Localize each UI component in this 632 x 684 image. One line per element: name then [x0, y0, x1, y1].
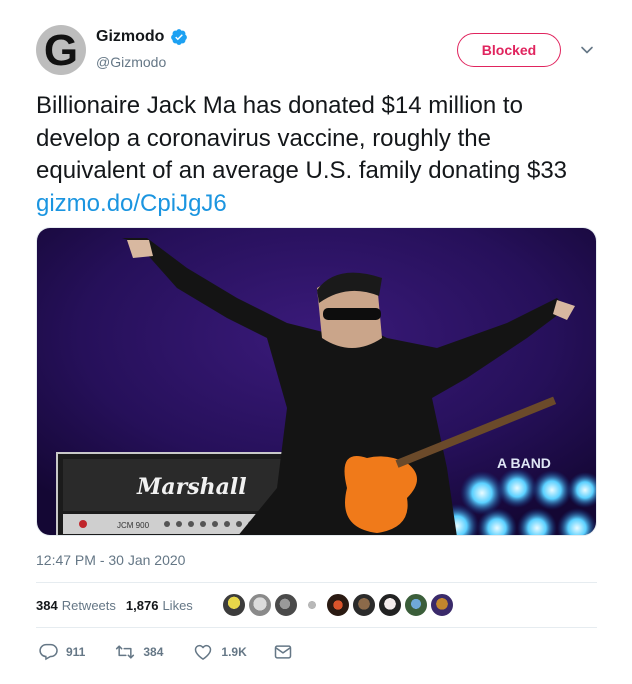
tweet-actions: 911 384 1.9K: [36, 642, 293, 662]
tweet-photo[interactable]: A BAND Marshall JCM 900: [36, 227, 597, 536]
divider-top: [36, 582, 597, 583]
likes-count: 1,876: [125, 598, 159, 613]
liker-avatar[interactable]: [378, 593, 402, 617]
verified-badge-icon: [171, 29, 188, 45]
author-name-row[interactable]: Gizmodo: [96, 28, 188, 46]
retweet-count: 384: [143, 645, 164, 659]
likes-stat[interactable]: 1,876 Likes: [126, 598, 193, 613]
retweet-icon: [116, 645, 135, 659]
reply-count: 911: [66, 645, 86, 659]
chevron-down-icon[interactable]: [579, 42, 595, 58]
engagement-stats: 384 Retweets 1,876 Likes: [36, 598, 203, 613]
author-handle[interactable]: @Gizmodo: [96, 54, 166, 70]
tweet-timestamp[interactable]: 12:47 PM - 30 Jan 2020: [36, 552, 185, 568]
liker-avatar[interactable]: [326, 593, 350, 617]
blocked-button[interactable]: Blocked: [457, 33, 561, 67]
divider-bottom: [36, 627, 597, 628]
likes-label: Likes: [162, 598, 193, 613]
direct-message-button[interactable]: [273, 642, 293, 662]
tweet-link[interactable]: gizmo.do/CpiJgJ6: [36, 190, 227, 217]
amp-model: JCM 900: [117, 521, 150, 530]
liker-avatar[interactable]: [248, 593, 272, 617]
like-button[interactable]: 1.9K: [193, 642, 247, 662]
banner-text: A BAND: [497, 455, 551, 471]
tweet-body: Billionaire Jack Ma has donated $14 mill…: [36, 92, 568, 184]
concert-photo: A BAND Marshall JCM 900: [37, 228, 596, 535]
liker-avatar[interactable]: [352, 593, 376, 617]
liker-avatars: [222, 593, 454, 617]
retweet-button[interactable]: 384: [115, 642, 163, 662]
heart-icon: [195, 644, 212, 660]
reply-icon: [39, 643, 58, 661]
reply-button[interactable]: 911: [38, 642, 85, 662]
retweets-label: Retweets: [61, 598, 116, 613]
amp-brand: Marshall: [136, 474, 247, 500]
liker-avatar[interactable]: [300, 593, 324, 617]
avatar-letter: G: [43, 26, 79, 75]
author-avatar[interactable]: G: [36, 25, 86, 75]
liker-avatar[interactable]: [404, 593, 428, 617]
liker-avatar[interactable]: [430, 593, 454, 617]
retweets-stat[interactable]: 384 Retweets: [36, 598, 116, 613]
author-display-name[interactable]: Gizmodo: [96, 28, 164, 46]
liker-avatar[interactable]: [274, 593, 298, 617]
tweet-text: Billionaire Jack Ma has donated $14 mill…: [36, 90, 606, 220]
liker-avatar[interactable]: [222, 593, 246, 617]
envelope-icon: [274, 645, 291, 659]
retweets-count: 384: [36, 598, 58, 613]
like-count: 1.9K: [221, 645, 247, 659]
